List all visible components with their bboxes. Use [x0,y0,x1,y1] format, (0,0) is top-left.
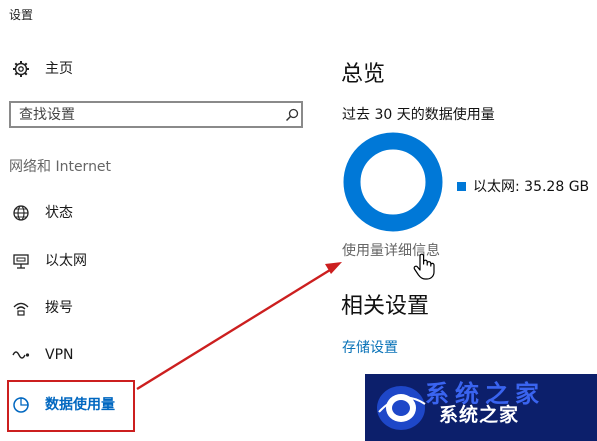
page-title: 总览 [341,62,386,87]
sidebar-item-home[interactable]: 主页 [12,59,73,79]
section-heading: 网络和 Internet [9,159,112,175]
related-settings-title: 相关设置 [341,294,430,319]
watermark-logo-icon [377,386,426,430]
sidebar-item-label: 主页 [45,61,73,77]
hand-cursor-icon [413,253,435,280]
legend-label: 以太网: 35.28 GB [473,179,590,195]
watermark: 系统之家 系统之家 [365,374,597,441]
ethernet-icon [13,254,29,269]
sidebar-item-ethernet[interactable]: 以太网 [12,251,87,271]
search-icon [285,108,299,122]
usage-legend: 以太网: 35.28 GB [457,176,589,196]
globe-icon [13,205,29,221]
sidebar-item-label: 状态 [45,205,73,221]
dialup-icon [13,302,29,316]
search-input[interactable] [19,105,269,124]
sidebar-item-label: VPN [45,347,74,363]
annotation-highlight-box [7,380,135,432]
storage-settings-link[interactable]: 存储设置 [342,337,398,357]
usage-period-label: 过去 30 天的数据使用量 [342,107,495,123]
sidebar-item-label: 以太网 [45,253,87,269]
sidebar-item-dialup[interactable]: 拨号 [12,298,73,318]
vpn-icon [12,351,30,359]
sidebar-item-vpn[interactable]: VPN [12,345,74,365]
watermark-text: 系统之家 [439,404,520,426]
legend-swatch [457,181,466,191]
usage-donut-chart [343,132,443,232]
donut-ring [343,132,443,232]
sidebar-item-label: 拨号 [45,300,73,316]
gear-icon [13,61,29,77]
sidebar-item-status[interactable]: 状态 [12,203,73,223]
window-title: 设置 [9,8,34,22]
search-box[interactable] [9,101,303,128]
